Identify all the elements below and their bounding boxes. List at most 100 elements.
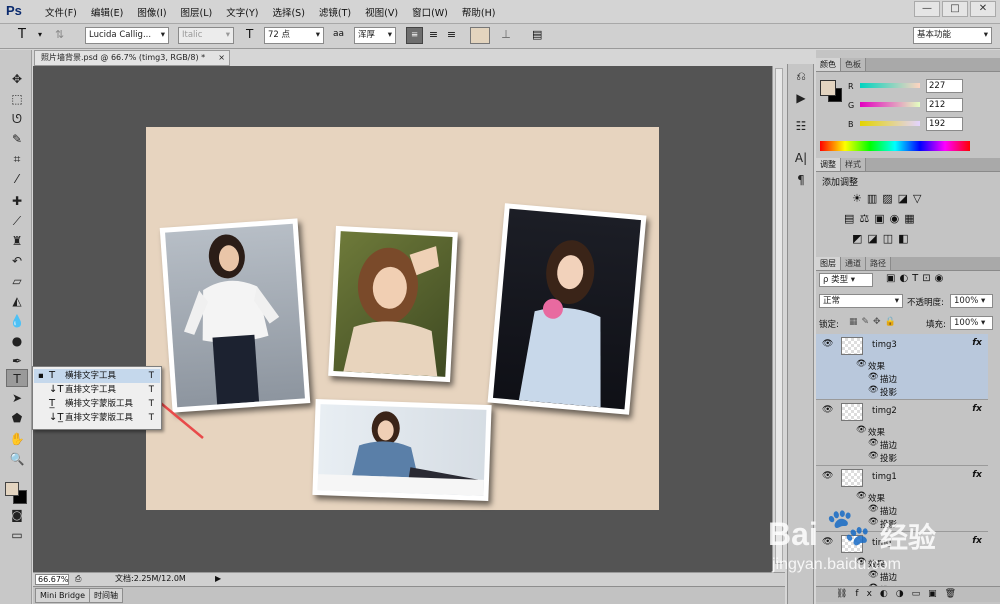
actions-panel-icon[interactable]: ▶ (793, 90, 809, 106)
layer-kind-filter[interactable]: ρ 类型 ▾ (819, 273, 873, 287)
font-style-select[interactable]: Italic ▾ (178, 27, 234, 44)
menu-select[interactable]: 选择(S) (265, 5, 311, 19)
effect-visibility-icon[interactable]: 👁 (868, 438, 879, 448)
tab-layers[interactable]: 图层 (816, 257, 841, 270)
menu-view[interactable]: 视图(V) (358, 5, 405, 19)
fx-icon[interactable]: fx (972, 404, 982, 414)
close-button[interactable]: ✕ (970, 1, 996, 17)
antialias-select[interactable]: 浑厚 ▾ (354, 27, 396, 44)
zoom-level[interactable]: 66.67% (35, 574, 69, 585)
tab-mini-bridge[interactable]: Mini Bridge (35, 588, 91, 603)
blend-mode-select[interactable]: 正常 ▾ (819, 294, 903, 308)
eyedropper-icon[interactable]: ⁄ (6, 170, 28, 188)
adjustment-icons-row-1[interactable]: ☀▥▨◪▽ (852, 192, 927, 205)
quick-select-icon[interactable]: ✎ (6, 130, 28, 148)
menu-help[interactable]: 帮助(H) (455, 5, 503, 19)
font-size-select[interactable]: 72 点 ▾ (264, 27, 324, 44)
crop-icon[interactable]: ⌗ (6, 150, 28, 168)
eraser-icon[interactable]: ▱ (6, 272, 28, 290)
tab-timeline[interactable]: 时间轴 (89, 588, 123, 603)
lasso-icon[interactable]: ᘎ (6, 110, 28, 128)
opacity-input[interactable]: 100% ▾ (950, 294, 993, 308)
menu-image[interactable]: 图像(I) (130, 5, 173, 19)
layer-row-timg3[interactable]: 👁 timg3 fx 👁 效果 👁 描边 👁 投影 (816, 334, 988, 400)
dodge-icon[interactable]: ● (6, 332, 28, 350)
green-value-input[interactable]: 212 (926, 98, 963, 112)
bucket-icon[interactable]: ◭ (6, 292, 28, 310)
document-workspace[interactable] (33, 66, 785, 572)
flyout-item-vertical-type[interactable]: ↓T 直排文字工具 T (34, 383, 160, 397)
paragraph-panel-icon[interactable]: ¶ (793, 172, 809, 188)
blue-value-input[interactable]: 192 (926, 117, 963, 131)
color-panel-fg-swatch[interactable] (820, 80, 836, 96)
menu-filter[interactable]: 滤镜(T) (312, 5, 358, 19)
history-brush-icon[interactable]: ↶ (6, 252, 28, 270)
tab-styles[interactable]: 样式 (841, 158, 866, 171)
foreground-color-swatch[interactable] (5, 482, 19, 496)
status-menu-icon[interactable]: ▶ (215, 573, 221, 585)
fx-icon[interactable]: fx (972, 470, 982, 480)
path-select-icon[interactable]: ➤ (6, 389, 28, 407)
warp-text-icon[interactable]: ⟂ (502, 27, 510, 44)
effect-visibility-icon[interactable]: 👁 (868, 372, 879, 382)
status-export-icon[interactable]: ⎙ (75, 573, 81, 585)
effect-visibility-icon[interactable]: 👁 (868, 451, 879, 461)
layer-filter-icons[interactable]: ▣◐T⊡◉ (886, 273, 947, 284)
type-icon[interactable]: T (6, 369, 28, 387)
shape-icon[interactable]: ⬟ (6, 409, 28, 427)
menu-layer[interactable]: 图层(L) (174, 5, 220, 19)
healing-icon[interactable]: ✚ (6, 192, 28, 210)
effect-visibility-icon[interactable]: 👁 (856, 425, 867, 435)
document-close-icon[interactable]: × (218, 51, 225, 65)
orientation-toggle-icon[interactable]: ⇅ (55, 27, 64, 44)
lock-icons[interactable]: ▦✎✥🔒 (849, 317, 900, 327)
visibility-eye-icon[interactable]: 👁 (822, 471, 833, 481)
screen-mode-icon[interactable]: ▭ (6, 526, 28, 544)
blur-icon[interactable]: 💧 (6, 312, 28, 330)
pen-icon[interactable]: ✒ (6, 352, 28, 370)
tab-color[interactable]: 颜色 (816, 58, 841, 71)
align-left-icon[interactable]: ≡ (406, 27, 423, 44)
color-spectrum-bar[interactable] (820, 141, 970, 151)
adjustment-icons-row-2[interactable]: ▤⚖▣◉▦ (844, 212, 920, 225)
tab-channels[interactable]: 通道 (841, 257, 866, 270)
zoom-icon[interactable]: 🔍 (6, 450, 28, 468)
align-center-icon[interactable]: ≡ (425, 27, 442, 44)
menu-type[interactable]: 文字(Y) (219, 5, 265, 19)
fx-icon[interactable]: fx (972, 338, 982, 348)
maximize-button[interactable]: □ (942, 1, 968, 17)
flyout-item-horizontal-type-mask[interactable]: T̲ 横排文字蒙版工具 T (34, 397, 160, 411)
text-color-swatch[interactable] (470, 27, 490, 44)
brush-icon[interactable]: ⟋ (6, 212, 28, 230)
marquee-icon[interactable]: ⬚ (6, 90, 28, 108)
layer-row-timg2[interactable]: 👁 timg2 fx 👁 效果 👁 描边 👁 投影 (816, 400, 988, 466)
effect-visibility-icon[interactable]: 👁 (868, 385, 879, 395)
red-slider[interactable] (860, 83, 920, 88)
scroll-thumb[interactable] (775, 68, 783, 564)
flyout-item-horizontal-type[interactable]: ▪ T 横排文字工具 T (34, 369, 160, 383)
document-tab[interactable]: 照片墙背景.psd @ 66.7% (timg3, RGB/8) * × (34, 50, 230, 66)
character-panel-icon[interactable]: A| (793, 150, 809, 166)
workspace-select[interactable]: 基本功能 ▾ (913, 27, 992, 44)
minimize-button[interactable]: — (914, 1, 940, 17)
red-value-input[interactable]: 227 (926, 79, 963, 93)
hand-icon[interactable]: ✋ (6, 430, 28, 448)
adjustment-icons-row-3[interactable]: ◩◪◫◧ (852, 232, 914, 245)
properties-panel-icon[interactable]: ☷ (793, 118, 809, 134)
tab-swatches[interactable]: 色板 (841, 58, 866, 71)
menu-window[interactable]: 窗口(W) (405, 5, 455, 19)
flyout-item-vertical-type-mask[interactable]: ↓T̲ 直排文字蒙版工具 T (34, 411, 160, 425)
type-tool-preset-icon[interactable]: T (18, 27, 26, 44)
visibility-eye-icon[interactable]: 👁 (822, 405, 833, 415)
align-right-icon[interactable]: ≡ (443, 27, 460, 44)
menu-edit[interactable]: 编辑(E) (84, 5, 130, 19)
effect-visibility-icon[interactable]: 👁 (856, 359, 867, 369)
fill-input[interactable]: 100% ▾ (950, 316, 993, 330)
tab-adjustments[interactable]: 调整 (816, 158, 841, 171)
character-panel-icon[interactable]: ▤ (532, 27, 542, 44)
move-icon[interactable]: ✥ (6, 70, 28, 88)
menu-file[interactable]: 文件(F) (38, 5, 84, 19)
history-panel-icon[interactable]: ⎌ (793, 68, 809, 84)
stamp-icon[interactable]: ♜ (6, 232, 28, 250)
tab-paths[interactable]: 路径 (866, 257, 891, 270)
